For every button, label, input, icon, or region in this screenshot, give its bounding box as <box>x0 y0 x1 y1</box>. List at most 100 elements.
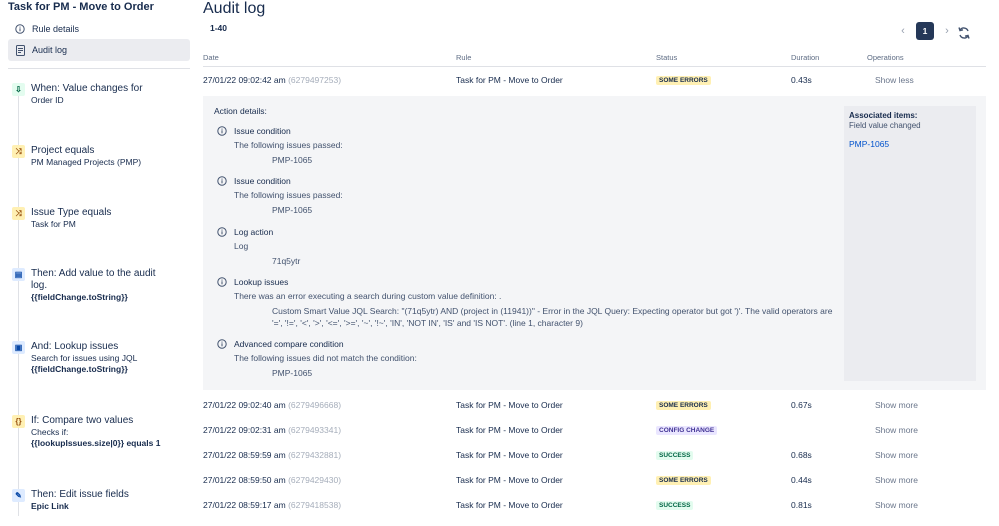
execution-id: (6279497253) <box>288 75 342 85</box>
step-title: If: Compare two values <box>31 415 134 426</box>
step-title: Project equals <box>31 145 95 156</box>
step-desc: Search for issues using JQL <box>31 353 138 363</box>
execution-id: (6279493341) <box>288 425 342 435</box>
show-more-link[interactable]: Show more <box>875 400 918 410</box>
info-icon <box>217 339 227 349</box>
page-button-1[interactable]: 1 <box>916 22 934 40</box>
row-date: 27/01/22 09:02:42 am (6279497253) <box>203 75 342 85</box>
row-rule: Task for PM - Move to Order <box>456 75 563 85</box>
detail-value: PMP-1065 <box>272 155 313 165</box>
sidebar-item-rule-details[interactable]: Rule details <box>8 18 190 40</box>
pencil-icon: ✎ <box>12 489 25 502</box>
info-icon <box>217 277 227 287</box>
sidebar: Task for PM - Move to Order Rule details… <box>0 0 192 526</box>
document-icon <box>14 44 26 56</box>
pagination: ‹ 1 › <box>896 22 954 40</box>
column-header-status: Status <box>656 53 678 62</box>
divider <box>8 68 190 69</box>
main-content: Audit log 1-40 ‹ 1 › Date Rule Status Du… <box>203 0 989 526</box>
timeline-line <box>18 96 19 516</box>
row-rule: Task for PM - Move to Order <box>456 500 563 510</box>
table-row: 27/01/22 08:59:50 am (6279429430) Task f… <box>203 470 986 492</box>
sidebar-item-label: Rule details <box>32 24 80 34</box>
chevron-left-icon[interactable]: ‹ <box>896 24 910 38</box>
step-desc: Task for PM <box>31 219 76 229</box>
detail-value: Custom Smart Value JQL Search: "(71q5ytr… <box>272 306 833 328</box>
row-rule: Task for PM - Move to Order <box>456 475 563 485</box>
info-icon <box>217 176 227 186</box>
column-header-rule: Rule <box>456 53 472 62</box>
result-range: 1-40 <box>210 23 228 33</box>
shuffle-icon: ⤨ <box>12 207 25 220</box>
step-value: {{fieldChange.toString}} <box>31 364 128 374</box>
execution-id: (6279418538) <box>288 500 342 510</box>
step-title: Then: Add value to the audit log. <box>31 268 156 291</box>
step-title: Issue Type equals <box>31 207 112 218</box>
row-date: 27/01/22 09:02:31 am (6279493341) <box>203 425 342 435</box>
status-badge: SUCCESS <box>656 501 694 510</box>
info-icon <box>217 227 227 237</box>
action-details-label: Action details: <box>214 106 267 116</box>
lookup-icon: ▣ <box>12 341 25 354</box>
step-desc: Checks if: <box>31 427 69 437</box>
status-badge: SOME ERRORS <box>656 76 711 85</box>
row-duration: 0.44s <box>791 475 812 485</box>
column-header-operations: Operations <box>867 53 904 62</box>
row-date: 27/01/22 08:59:59 am (6279432881) <box>203 450 342 460</box>
step-desc: Order ID <box>31 95 64 105</box>
step-value: Epic Link <box>31 501 69 511</box>
detail-title: Advanced compare condition <box>234 339 344 349</box>
row-duration: 0.67s <box>791 400 812 410</box>
status-badge: CONFIG CHANGE <box>656 426 718 435</box>
detail-subtitle: The following issues passed: <box>234 140 343 150</box>
status-badge: SOME ERRORS <box>656 401 711 410</box>
refresh-icon[interactable] <box>957 26 971 40</box>
detail-title: Log action <box>234 227 274 237</box>
status-badge: SOME ERRORS <box>656 476 711 485</box>
row-duration: 0.81s <box>791 500 812 510</box>
info-icon <box>217 126 227 136</box>
execution-id: (6279432881) <box>288 450 342 460</box>
row-date: 27/01/22 08:59:17 am (6279418538) <box>203 500 342 510</box>
info-icon <box>14 23 26 35</box>
action-details-panel: Action details: Issue condition The foll… <box>203 96 986 390</box>
rule-title: Task for PM - Move to Order <box>8 1 154 13</box>
detail-value: PMP-1065 <box>272 368 313 378</box>
detail-subtitle: The following issues passed: <box>234 190 343 200</box>
table-row: 27/01/22 09:02:40 am (6279496668) Task f… <box>203 395 986 417</box>
step-value: {{lookupIssues.size|0}} equals 1 <box>31 438 161 448</box>
show-more-link[interactable]: Show more <box>875 450 918 460</box>
sidebar-item-label: Audit log <box>32 45 68 55</box>
page-title: Audit log <box>203 0 266 17</box>
step-title: And: Lookup issues <box>31 341 119 352</box>
table-row: 27/01/22 09:02:31 am (6279493341) Task f… <box>203 420 986 442</box>
issue-link[interactable]: PMP-1065 <box>849 139 889 149</box>
table-row: 27/01/22 09:02:42 am (6279497253) Task f… <box>203 70 986 92</box>
step-desc: PM Managed Projects (PMP) <box>31 157 142 167</box>
step-value: {{fieldChange.toString}} <box>31 292 128 302</box>
execution-id: (6279496668) <box>288 400 342 410</box>
associated-items-panel: Associated items: Field value changed PM… <box>844 106 976 381</box>
status-badge: SUCCESS <box>656 451 694 460</box>
table-header: Date Rule Status Duration Operations <box>203 51 986 67</box>
execution-id: (6279429430) <box>288 475 342 485</box>
show-more-link[interactable]: Show more <box>875 500 918 510</box>
associated-items-subtitle: Field value changed <box>849 121 921 130</box>
show-more-link[interactable]: Show more <box>875 475 918 485</box>
row-date: 27/01/22 09:02:40 am (6279496668) <box>203 400 342 410</box>
table-row: 27/01/22 08:59:59 am (6279432881) Task f… <box>203 445 986 467</box>
show-less-link[interactable]: Show less <box>875 75 914 85</box>
detail-subtitle: Log <box>234 241 249 251</box>
document-icon: ▤ <box>12 268 25 281</box>
associated-items-title: Associated items: <box>849 111 918 120</box>
chevron-right-icon[interactable]: › <box>940 24 954 38</box>
row-duration: 0.43s <box>791 75 812 85</box>
step-title: When: Value changes for <box>31 83 143 94</box>
show-more-link[interactable]: Show more <box>875 425 918 435</box>
step-title: Then: Edit issue fields <box>31 489 129 500</box>
detail-title: Issue condition <box>234 176 291 186</box>
sidebar-item-audit-log[interactable]: Audit log <box>8 39 190 61</box>
detail-title: Issue condition <box>234 126 291 136</box>
row-date: 27/01/22 08:59:50 am (6279429430) <box>203 475 342 485</box>
detail-subtitle: The following issues did not match the c… <box>234 353 417 363</box>
